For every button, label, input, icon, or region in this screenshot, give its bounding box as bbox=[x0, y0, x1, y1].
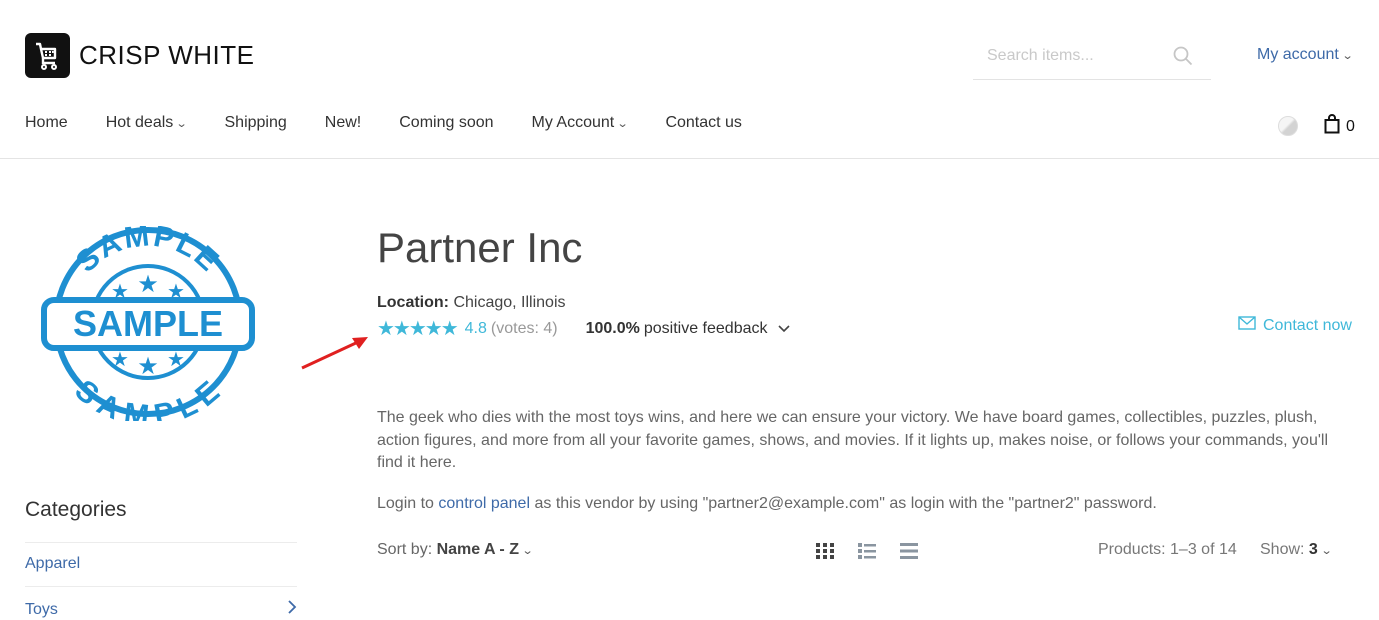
stamp-center-text: SAMPLE bbox=[73, 303, 223, 344]
cart-count: 0 bbox=[1346, 117, 1355, 135]
annotation-arrow-icon bbox=[298, 332, 374, 377]
grid-view-icon[interactable] bbox=[814, 541, 836, 566]
rating-value: 4.8 bbox=[464, 319, 487, 337]
logo[interactable]: CRISP WHITE bbox=[25, 33, 254, 78]
search-icon[interactable] bbox=[1173, 46, 1193, 71]
sort-value: Name A - Z bbox=[436, 541, 519, 558]
svg-text:★: ★ bbox=[137, 271, 159, 298]
search-box bbox=[973, 36, 1211, 80]
nav-item-shipping[interactable]: Shipping bbox=[225, 114, 287, 132]
category-toys[interactable]: Toys bbox=[25, 599, 297, 620]
chevron-down-icon bbox=[777, 320, 790, 338]
cart-button[interactable]: 0 bbox=[1324, 114, 1355, 139]
stamp-bottom-text: SAMPLE bbox=[69, 374, 226, 433]
chevron-down-icon: ⌄ bbox=[1341, 50, 1354, 62]
rating-stars-icon[interactable]: ★★★★★ bbox=[377, 316, 459, 341]
list-view-icon[interactable] bbox=[856, 541, 878, 566]
nav-item-my-account[interactable]: My Account ⌄ bbox=[532, 114, 629, 132]
feedback-text: positive feedback bbox=[643, 319, 768, 337]
vendor-location: Location: Chicago, Illinois bbox=[377, 294, 566, 312]
show-label: Show: bbox=[1260, 541, 1305, 558]
location-value: Chicago, Illinois bbox=[453, 294, 566, 311]
vendor-name: Partner Inc bbox=[377, 224, 583, 271]
nav-item-contact-us[interactable]: Contact us bbox=[665, 114, 741, 132]
header-divider bbox=[0, 158, 1379, 159]
view-switcher bbox=[814, 541, 920, 566]
my-account-label: My account bbox=[1257, 46, 1339, 63]
main-nav: Home Hot deals ⌄ Shipping New! Coming soo… bbox=[25, 114, 780, 132]
vendor-rating: ★★★★★ 4.8 (votes: 4) 100.0% positive fee… bbox=[377, 316, 790, 341]
categories-heading: Categories bbox=[25, 498, 127, 521]
show-value: 3 bbox=[1308, 541, 1318, 558]
feedback-dropdown[interactable]: 100.0% positive feedback bbox=[586, 320, 790, 338]
my-account-menu[interactable]: My account ⌄ bbox=[1257, 46, 1354, 64]
category-divider bbox=[25, 542, 297, 543]
vendor-logo: SAMPLE SAMPLE ★ ★ ★ ★ ★ ★ SAMPLE bbox=[38, 219, 258, 433]
chevron-down-icon: ⌄ bbox=[521, 545, 534, 557]
login-note: Login to control panel as this vendor by… bbox=[377, 495, 1157, 512]
svg-text:★: ★ bbox=[137, 353, 159, 380]
logo-text: CRISP WHITE bbox=[79, 40, 255, 70]
sort-dropdown[interactable]: Sort by: Name A - Z ⌄ bbox=[377, 541, 534, 559]
theme-toggle-icon[interactable] bbox=[1278, 116, 1298, 136]
rating-votes: (votes: 4) bbox=[490, 319, 558, 337]
contact-now-label: Contact now bbox=[1263, 316, 1352, 334]
contact-now-link[interactable]: Contact now bbox=[1238, 316, 1352, 335]
category-divider bbox=[25, 586, 297, 587]
svg-text:★: ★ bbox=[167, 349, 185, 371]
nav-item-coming-soon[interactable]: Coming soon bbox=[399, 114, 493, 132]
chevron-down-icon: ⌄ bbox=[175, 118, 188, 130]
sort-label: Sort by: bbox=[377, 541, 433, 558]
shopping-bag-icon bbox=[1324, 114, 1340, 139]
show-per-page-dropdown[interactable]: Show: 3 ⌄ bbox=[1260, 541, 1333, 559]
svg-text:SAMPLE: SAMPLE bbox=[69, 374, 228, 421]
location-label: Location: bbox=[377, 294, 449, 311]
vendor-description: The geek who dies with the most toys win… bbox=[377, 409, 1329, 471]
control-panel-link[interactable]: control panel bbox=[438, 495, 530, 512]
svg-text:★: ★ bbox=[111, 349, 129, 371]
products-count: Products: 1–3 of 14 bbox=[1098, 541, 1237, 558]
search-input[interactable] bbox=[973, 36, 1163, 76]
compact-list-view-icon[interactable] bbox=[898, 541, 920, 566]
nav-item-new[interactable]: New! bbox=[325, 114, 361, 132]
chevron-right-icon[interactable] bbox=[287, 599, 297, 620]
chevron-down-icon: ⌄ bbox=[616, 118, 629, 130]
chevron-down-icon: ⌄ bbox=[1320, 545, 1333, 557]
category-apparel[interactable]: Apparel bbox=[25, 555, 297, 573]
envelope-icon bbox=[1238, 316, 1256, 335]
cart-logo-icon bbox=[25, 33, 70, 78]
nav-item-hot-deals[interactable]: Hot deals ⌄ bbox=[106, 114, 188, 132]
feedback-percent: 100.0% bbox=[585, 319, 640, 337]
nav-item-home[interactable]: Home bbox=[25, 114, 68, 132]
